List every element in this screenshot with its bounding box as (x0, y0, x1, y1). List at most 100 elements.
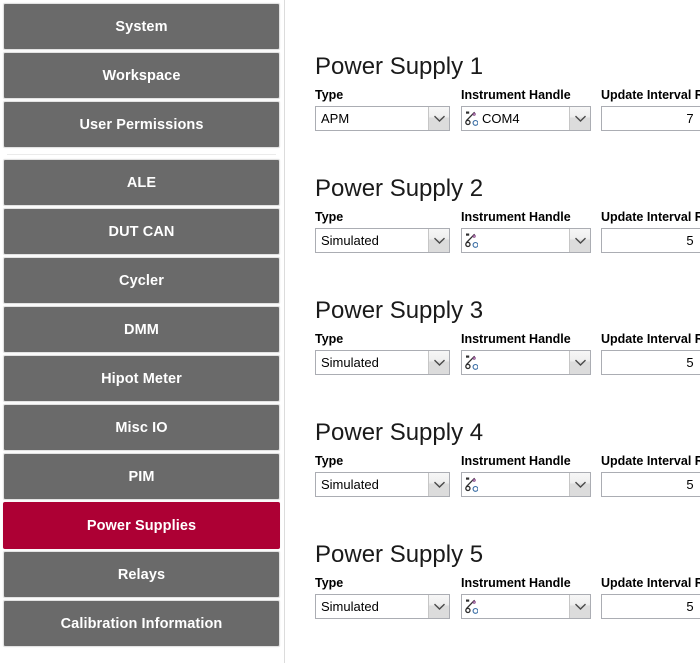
sidebar-item-misc-io[interactable]: Misc IO (3, 404, 280, 451)
section-fields: Type Simulated Instrument Handle Update Int… (315, 576, 700, 619)
instrument-handle-field: Instrument Handle (461, 210, 591, 253)
update-interval-stepper[interactable]: +− (601, 472, 700, 497)
type-value: Simulated (321, 477, 379, 492)
update-interval-stepper[interactable]: +− (601, 106, 700, 131)
sidebar-item-label: User Permissions (79, 116, 204, 133)
section-title: Power Supply 4 (315, 419, 484, 446)
update-interval-input[interactable] (601, 350, 700, 375)
power-supplies-panel: Power Supply 1 Type APM Instrument Handle CO… (290, 0, 700, 663)
instrument-handle-label: Instrument Handle (461, 332, 571, 346)
type-label: Type (315, 454, 344, 468)
type-select[interactable]: Simulated (315, 472, 450, 497)
chevron-down-icon[interactable] (569, 595, 590, 618)
type-field: Type Simulated (315, 576, 450, 619)
update-interval-label: Update Interval Rate (s) (601, 88, 700, 102)
update-interval-stepper[interactable]: +− (601, 594, 700, 619)
sidebar-item-calibration-information[interactable]: Calibration Information (3, 600, 280, 647)
instrument-resource-icon (465, 355, 478, 370)
instrument-handle-select[interactable] (461, 350, 591, 375)
instrument-handle-field: Instrument Handle COM4 (461, 88, 591, 131)
type-field: Type APM (315, 88, 450, 131)
instrument-resource-icon (465, 233, 478, 248)
chevron-down-icon[interactable] (569, 229, 590, 252)
sidebar-item-cycler[interactable]: Cycler (3, 257, 280, 304)
chevron-down-icon[interactable] (569, 351, 590, 374)
chevron-down-icon[interactable] (428, 473, 449, 496)
sidebar-item-label: ALE (126, 174, 157, 191)
sidebar-item-ale[interactable]: ALE (3, 159, 280, 206)
section-title: Power Supply 3 (315, 297, 484, 324)
instrument-handle-content: COM4 (462, 111, 569, 126)
power-supply-section: Power Supply 3 Type Simulated Instrument Ha… (315, 297, 700, 397)
section-fields: Type APM Instrument Handle COM4 Update Inter… (315, 88, 700, 131)
update-interval-field: Update Interval Rate (s) +− (601, 88, 700, 131)
update-interval-input[interactable] (601, 472, 700, 497)
type-select[interactable]: Simulated (315, 228, 450, 253)
instrument-handle-content (462, 233, 569, 248)
instrument-handle-content (462, 477, 569, 492)
type-select[interactable]: Simulated (315, 594, 450, 619)
sidebar-item-relays[interactable]: Relays (3, 551, 280, 598)
sidebar-item-pim[interactable]: PIM (3, 453, 280, 500)
sidebar-item-user-permissions[interactable]: User Permissions (3, 101, 280, 148)
sidebar-item-dut-can[interactable]: DUT CAN (3, 208, 280, 255)
type-field: Type Simulated (315, 332, 450, 375)
sidebar-item-hipot-meter[interactable]: Hipot Meter (3, 355, 280, 402)
power-supply-section: Power Supply 4 Type Simulated Instrument Ha… (315, 419, 700, 519)
instrument-handle-select[interactable] (461, 472, 591, 497)
sidebar-group-general: System Workspace User Permissions (3, 3, 280, 148)
chevron-down-icon[interactable] (569, 107, 590, 130)
instrument-handle-select[interactable] (461, 594, 591, 619)
type-value: APM (321, 111, 350, 126)
instrument-handle-select[interactable]: COM4 (461, 106, 591, 131)
type-field: Type Simulated (315, 454, 450, 497)
chevron-down-icon[interactable] (569, 473, 590, 496)
type-select[interactable]: APM (315, 106, 450, 131)
sidebar-item-label: PIM (128, 468, 155, 485)
type-field: Type Simulated (315, 210, 450, 253)
type-value: Simulated (321, 355, 379, 370)
update-interval-stepper[interactable]: +− (601, 228, 700, 253)
sidebar-item-power-supplies[interactable]: Power Supplies (3, 502, 280, 549)
instrument-handle-label: Instrument Handle (461, 210, 571, 224)
type-label: Type (315, 576, 344, 590)
update-interval-input[interactable] (601, 228, 700, 253)
chevron-down-icon[interactable] (428, 595, 449, 618)
type-select[interactable]: Simulated (315, 350, 450, 375)
power-supply-section: Power Supply 1 Type APM Instrument Handle CO… (315, 53, 700, 153)
instrument-handle-label: Instrument Handle (461, 454, 571, 468)
sidebar-item-label: Relays (117, 566, 166, 583)
chevron-down-icon[interactable] (428, 229, 449, 252)
sidebar-item-system[interactable]: System (3, 3, 280, 50)
section-title: Power Supply 5 (315, 541, 484, 568)
instrument-handle-select[interactable] (461, 228, 591, 253)
update-interval-field: Update Interval Rate (s) +− (601, 576, 700, 619)
sidebar-navigation: System Workspace User Permissions ALE DUT C… (0, 0, 283, 663)
update-interval-stepper[interactable]: +− (601, 350, 700, 375)
instrument-handle-value: COM4 (482, 111, 520, 126)
update-interval-field: Update Interval Rate (s) +− (601, 210, 700, 253)
update-interval-input[interactable] (601, 594, 700, 619)
sidebar-item-label: Power Supplies (86, 517, 197, 534)
pane-splitter[interactable] (283, 0, 290, 663)
section-fields: Type Simulated Instrument Handle Update Int… (315, 454, 700, 497)
instrument-resource-icon (465, 599, 478, 614)
instrument-handle-label: Instrument Handle (461, 88, 571, 102)
update-interval-field: Update Interval Rate (s) +− (601, 454, 700, 497)
instrument-resource-icon (465, 111, 478, 126)
update-interval-input[interactable] (601, 106, 700, 131)
sidebar-item-label: Calibration Information (60, 615, 223, 632)
update-interval-label: Update Interval Rate (s) (601, 454, 700, 468)
update-interval-field: Update Interval Rate (s) +− (601, 332, 700, 375)
sidebar-item-workspace[interactable]: Workspace (3, 52, 280, 99)
chevron-down-icon[interactable] (428, 107, 449, 130)
instrument-handle-content (462, 355, 569, 370)
type-value: Simulated (321, 599, 379, 614)
sidebar-item-label: Workspace (102, 67, 181, 84)
section-fields: Type Simulated Instrument Handle Update Int… (315, 332, 700, 375)
section-title: Power Supply 1 (315, 53, 484, 80)
power-supply-section: Power Supply 2 Type Simulated Instrument Ha… (315, 175, 700, 275)
chevron-down-icon[interactable] (428, 351, 449, 374)
update-interval-label: Update Interval Rate (s) (601, 210, 700, 224)
sidebar-item-dmm[interactable]: DMM (3, 306, 280, 353)
